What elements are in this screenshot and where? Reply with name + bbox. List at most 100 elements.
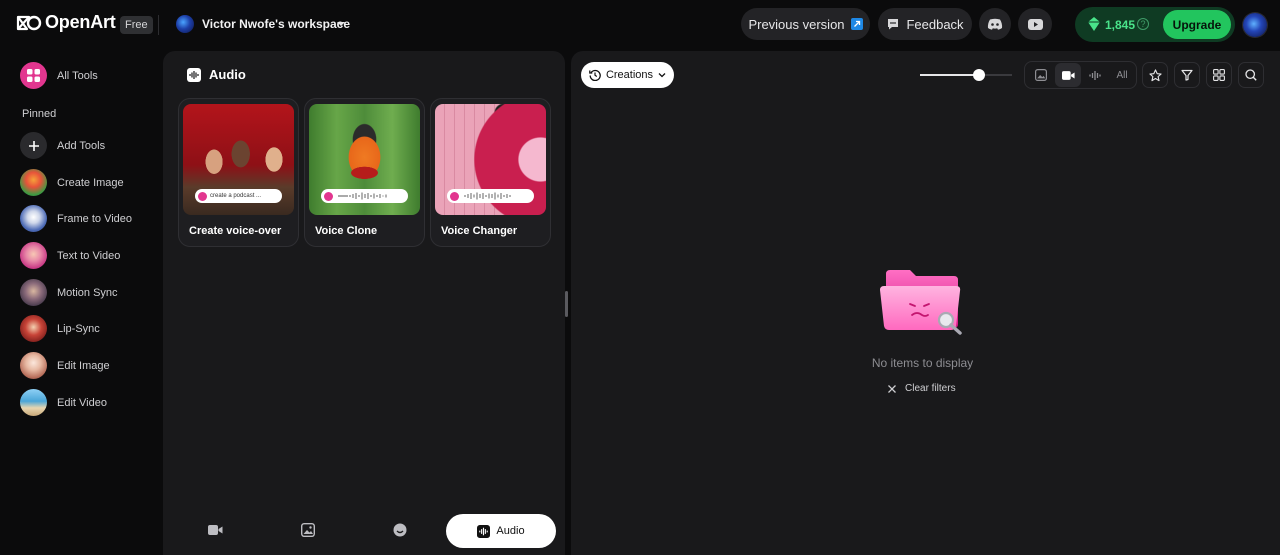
video-icon [1061,70,1075,80]
tool-card-voice-changer[interactable]: Voice Changer [430,98,551,247]
favorites-button[interactable] [1142,62,1168,88]
tool-card-label: Create voice-over [189,225,282,237]
openart-logo-icon [16,15,42,30]
edit-image-thumbnail [20,352,47,379]
create-image-thumbnail [20,169,47,196]
upgrade-button[interactable]: Upgrade [1163,10,1231,39]
sidebar-item-text-to-video[interactable]: Text to Video [20,242,120,269]
user-avatar[interactable] [1243,13,1267,37]
empty-state-text: No items to display [871,356,974,370]
text-to-video-thumbnail [20,242,47,269]
filter-all[interactable]: All [1109,63,1135,87]
caret-down-icon[interactable] [336,19,346,29]
sidebar-item-edit-video[interactable]: Edit Video [20,389,107,416]
tab-character[interactable] [384,512,416,548]
sidebar-item-label: Create Image [57,176,124,189]
history-icon [589,69,601,81]
audio-icon [187,67,201,82]
sidebar-item-label: All Tools [57,69,98,82]
grid-view-button[interactable] [1206,62,1232,88]
empty-folder-icon [880,270,962,335]
frame-to-video-thumbnail [20,205,47,232]
waveform-icon [1088,70,1101,80]
clear-filters-button[interactable]: Clear filters [887,383,956,394]
thumbnail-prompt-pill: create a podcast ... [195,189,282,203]
grid-icon [20,62,47,89]
search-icon [1245,69,1257,81]
feedback-button[interactable]: Feedback [878,8,972,40]
brand-dot-icon [450,191,459,201]
tool-card-voice-clone[interactable]: Voice Clone [304,98,425,247]
top-bar: OpenArt Free Victor Nwofe's workspace Pr… [0,0,1280,50]
credits-count: 1,845 [1105,18,1136,32]
search-button[interactable] [1238,62,1264,88]
external-link-icon [850,18,863,30]
plus-icon [20,132,47,159]
sidebar-item-create-image[interactable]: Create Image [20,169,124,196]
media-type-tabs: Audio [169,512,559,550]
brand-dot-icon [324,191,333,201]
workspace-avatar[interactable] [176,15,194,33]
workspace-name[interactable]: Victor Nwofe's workspace [202,17,350,31]
creations-label: Creations [605,69,654,81]
edit-video-thumbnail [20,389,47,416]
tab-image[interactable] [292,512,324,548]
sidebar-item-label: Edit Video [57,396,107,409]
filter-image[interactable] [1028,63,1054,87]
close-icon [888,384,896,393]
filter-video[interactable] [1055,63,1081,87]
voice-changer-thumbnail [435,104,546,215]
tab-audio[interactable]: Audio [446,514,556,548]
tab-audio-label: Audio [496,525,525,537]
sidebar-item-frame-to-video[interactable]: Frame to Video [20,205,132,232]
discord-button[interactable] [979,8,1011,40]
previous-version-label: Previous version [748,16,845,32]
video-icon [207,525,222,535]
youtube-icon [1027,18,1043,30]
pinned-heading: Pinned [22,108,57,120]
sidebar-item-add-tools[interactable]: Add Tools [20,132,105,159]
waveform-icon [338,192,387,200]
chat-bubble-icon [888,19,899,30]
feedback-label: Feedback [906,16,964,32]
thumbnail-prompt-text: create a podcast ... [210,193,262,199]
voice-clone-thumbnail [309,104,420,215]
sidebar-item-label: Frame to Video [57,212,133,225]
media-filter-group: All [1024,61,1137,89]
zoom-slider-fill [920,74,979,76]
discord-icon [987,18,1003,30]
tool-card-label: Voice Changer [441,225,518,237]
sidebar-item-lip-sync[interactable]: Lip-Sync [20,315,100,342]
sidebar-item-label: Motion Sync [57,286,118,299]
sidebar-item-label: Edit Image [57,359,110,372]
create-voice-over-thumbnail: create a podcast ... [183,104,294,215]
sidebar-item-motion-sync[interactable]: Motion Sync [20,279,118,306]
chevron-down-icon [658,73,666,78]
zoom-slider-handle[interactable] [973,69,985,81]
help-icon[interactable]: ? [1137,18,1149,30]
filter-audio[interactable] [1082,63,1108,87]
brand-dot-icon [198,191,207,201]
audio-icon [477,524,491,538]
openart-logo[interactable]: OpenArt [16,12,116,33]
sidebar-item-all-tools[interactable]: All Tools [20,62,98,89]
sidebar-item-label: Add Tools [57,139,106,152]
lip-sync-thumbnail [20,315,47,342]
clear-filters-label: Clear filters [905,383,956,394]
tool-card-create-voice-over[interactable]: create a podcast ... Create voice-over [178,98,299,247]
sidebar-item-label: Text to Video [57,249,121,262]
sidebar-item-edit-image[interactable]: Edit Image [20,352,110,379]
sidebar-item-label: Lip-Sync [57,322,100,335]
creations-dropdown[interactable]: Creations [581,62,674,88]
filter-button[interactable] [1174,62,1200,88]
tab-video[interactable] [199,512,231,548]
youtube-button[interactable] [1018,8,1052,40]
panel-resize-handle[interactable] [565,291,568,317]
thumbnail-waveform-pill [321,189,408,203]
waveform-icon [464,192,511,200]
panel-title-text: Audio [209,67,246,82]
grid-icon [1213,69,1225,81]
plan-badge: Free [120,16,153,34]
gem-icon [1088,17,1100,31]
previous-version-button[interactable]: Previous version [741,8,870,40]
